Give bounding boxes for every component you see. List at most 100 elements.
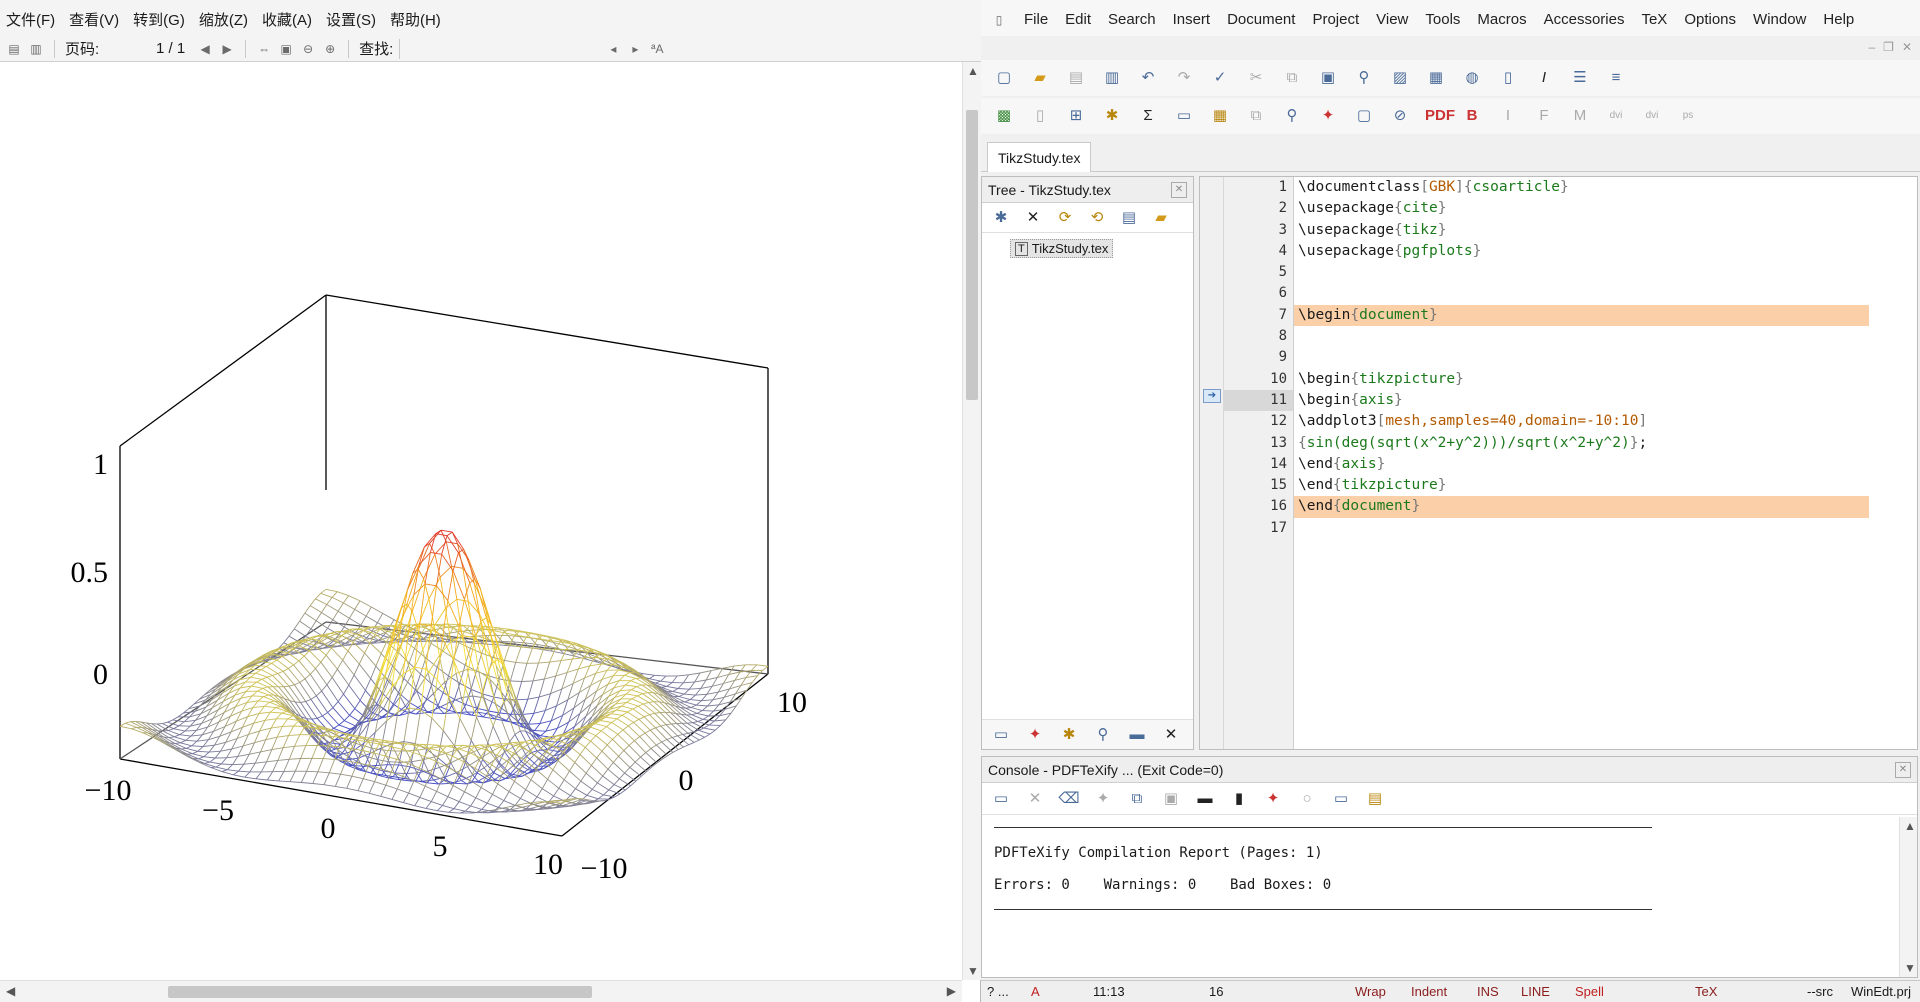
code-line[interactable] bbox=[1294, 326, 1917, 347]
scroll-down-icon[interactable]: ▼ bbox=[967, 964, 979, 978]
menu-edit[interactable]: Edit bbox=[1065, 11, 1091, 28]
find-input[interactable] bbox=[399, 38, 599, 59]
open-folder-icon[interactable]: ▰ bbox=[1150, 207, 1172, 229]
sigma-icon[interactable]: Σ bbox=[1137, 105, 1159, 127]
list-icon[interactable]: ≡ bbox=[1605, 67, 1627, 89]
spellcheck-icon[interactable]: ✓ bbox=[1209, 67, 1231, 89]
close-icon[interactable]: ✕ bbox=[1160, 724, 1182, 746]
build-tree-icon[interactable]: ⟲ bbox=[1086, 207, 1108, 229]
italic-format-icon[interactable]: I bbox=[1497, 105, 1519, 127]
build-icon[interactable]: ▦ bbox=[1209, 105, 1231, 127]
print-icon[interactable]: ▥ bbox=[1101, 67, 1123, 89]
window-icon[interactable]: ▢ bbox=[1353, 105, 1375, 127]
close-icon[interactable]: ✕ bbox=[1895, 762, 1911, 778]
menu-document[interactable]: Document bbox=[1227, 11, 1295, 28]
new-file-icon[interactable]: ▢ bbox=[993, 67, 1015, 89]
minimize-icon[interactable]: – bbox=[1868, 40, 1875, 54]
ps-pdf-icon[interactable]: ps bbox=[1677, 105, 1699, 127]
menu-help[interactable]: 帮助(H) bbox=[390, 9, 441, 30]
code-line[interactable]: \end{tikzpicture} bbox=[1294, 475, 1917, 496]
web-icon[interactable]: ◍ bbox=[1461, 67, 1483, 89]
panel-icon[interactable]: ▭ bbox=[990, 724, 1012, 746]
console-scrollbar[interactable]: ▲ ▼ bbox=[1899, 817, 1917, 977]
undo-icon[interactable]: ↶ bbox=[1137, 67, 1159, 89]
status-tex[interactable]: TeX bbox=[1695, 984, 1717, 999]
status-line[interactable]: LINE bbox=[1521, 984, 1550, 999]
magic-icon[interactable]: ✦ bbox=[1024, 724, 1046, 746]
vertical-scroll-thumb[interactable] bbox=[966, 110, 978, 400]
wand-icon[interactable]: ✦ bbox=[1092, 788, 1114, 810]
find-next-icon[interactable]: ▸ bbox=[627, 41, 643, 57]
page-icon[interactable]: ▯ bbox=[1497, 67, 1519, 89]
status-src[interactable]: --src bbox=[1807, 984, 1833, 999]
copy-icon[interactable]: ⧉ bbox=[1281, 67, 1303, 89]
menu-view[interactable]: 查看(V) bbox=[69, 9, 119, 30]
prev-page-icon[interactable]: ◀ bbox=[197, 41, 213, 57]
menu-help[interactable]: Help bbox=[1823, 11, 1854, 28]
close-icon[interactable]: ✕ bbox=[1902, 40, 1912, 54]
menu-window[interactable]: Window bbox=[1753, 11, 1806, 28]
gather-icon[interactable]: ✱ bbox=[1058, 724, 1080, 746]
menu-favorites[interactable]: 收藏(A) bbox=[262, 9, 312, 30]
status-mode[interactable]: A bbox=[1031, 984, 1040, 999]
redo-icon[interactable]: ↷ bbox=[1173, 67, 1195, 89]
monitor-icon[interactable]: ▭ bbox=[1173, 105, 1195, 127]
table-icon[interactable]: ▦ bbox=[1425, 67, 1447, 89]
menu-options[interactable]: Options bbox=[1684, 11, 1736, 28]
menu-insert[interactable]: Insert bbox=[1173, 11, 1211, 28]
status-project[interactable]: WinEdt.prj bbox=[1851, 984, 1911, 999]
code-line[interactable]: \end{document} bbox=[1294, 496, 1869, 518]
code-editor[interactable]: ➔ 1 2 3 4 5 6 7 8 9 10 11 12 13 14 15 16… bbox=[1199, 176, 1918, 750]
vertical-scrollbar[interactable]: ▲ ▼ bbox=[962, 62, 981, 980]
code-line[interactable]: \begin{document} bbox=[1294, 304, 1869, 327]
menu-accessories[interactable]: Accessories bbox=[1544, 11, 1625, 28]
scroll-right-icon[interactable]: ▶ bbox=[947, 984, 956, 998]
search-files-icon[interactable]: ⚲ bbox=[1092, 724, 1114, 746]
menu-macros[interactable]: Macros bbox=[1477, 11, 1526, 28]
code-line[interactable]: \documentclass[GBK]{csoarticle} bbox=[1294, 177, 1917, 198]
find-prev-icon[interactable]: ◂ bbox=[605, 41, 621, 57]
database-icon[interactable]: ▤ bbox=[1118, 207, 1140, 229]
horizontal-scrollbar[interactable]: ◀ ▶ bbox=[0, 980, 962, 1002]
menu-zoom[interactable]: 缩放(Z) bbox=[199, 9, 248, 30]
magic-icon[interactable]: ✦ bbox=[1262, 788, 1284, 810]
console-icon[interactable]: ▬ bbox=[1126, 724, 1148, 746]
cut-icon[interactable]: ✂ bbox=[1245, 67, 1267, 89]
fit-width-icon[interactable]: ⇔ bbox=[256, 41, 272, 57]
match-case-icon[interactable]: ªA bbox=[649, 41, 665, 57]
code-line[interactable]: \usepackage{tikz} bbox=[1294, 220, 1917, 241]
horizontal-scroll-thumb[interactable] bbox=[168, 986, 592, 998]
status-indent[interactable]: Indent bbox=[1411, 984, 1447, 999]
menu-view[interactable]: View bbox=[1376, 11, 1408, 28]
pdf-icon[interactable]: PDF bbox=[1425, 105, 1455, 127]
status-spell[interactable]: Spell bbox=[1575, 984, 1604, 999]
open-folder-icon[interactable]: ▰ bbox=[1029, 67, 1051, 89]
code-line[interactable]: \begin{axis} bbox=[1294, 390, 1917, 411]
code-lines[interactable]: \documentclass[GBK]{csoarticle} \usepacka… bbox=[1294, 177, 1917, 749]
refresh-icon[interactable]: ⟳ bbox=[1054, 207, 1076, 229]
environment-icon[interactable]: ☰ bbox=[1569, 67, 1591, 89]
trash-icon[interactable]: ⊘ bbox=[1389, 105, 1411, 127]
code-line[interactable]: \usepackage{cite} bbox=[1294, 198, 1917, 219]
menu-tools[interactable]: Tools bbox=[1425, 11, 1460, 28]
scroll-up-icon[interactable]: ▲ bbox=[1904, 819, 1916, 833]
status-ins[interactable]: INS bbox=[1477, 984, 1499, 999]
bold-icon[interactable]: B bbox=[1461, 105, 1483, 127]
document-icon[interactable]: ▯ bbox=[1029, 105, 1051, 127]
menu-search[interactable]: Search bbox=[1108, 11, 1156, 28]
code-line[interactable]: {sin(deg(sqrt(x^2+y^2)))/sqrt(x^2+y^2)}; bbox=[1294, 433, 1917, 454]
copy-icon[interactable]: ⧉ bbox=[1126, 788, 1148, 810]
code-line[interactable]: \addplot3[mesh,samples=40,domain=-10:10] bbox=[1294, 411, 1917, 432]
menu-file[interactable]: File bbox=[1024, 11, 1048, 28]
italic-icon[interactable]: I bbox=[1533, 67, 1555, 89]
gather-icon[interactable]: ✱ bbox=[1101, 105, 1123, 127]
monitor-icon[interactable]: ▭ bbox=[1330, 788, 1352, 810]
menu-goto[interactable]: 转到(G) bbox=[133, 9, 185, 30]
save-icon[interactable]: ▤ bbox=[1065, 67, 1087, 89]
code-line[interactable] bbox=[1294, 283, 1917, 304]
restore-icon[interactable]: ❐ bbox=[1883, 40, 1894, 54]
code-line[interactable] bbox=[1294, 262, 1917, 283]
remove-icon[interactable]: ✕ bbox=[1022, 207, 1044, 229]
print-icon[interactable]: ▥ bbox=[28, 41, 44, 57]
page-number-field[interactable]: 1 / 1 bbox=[105, 40, 191, 57]
